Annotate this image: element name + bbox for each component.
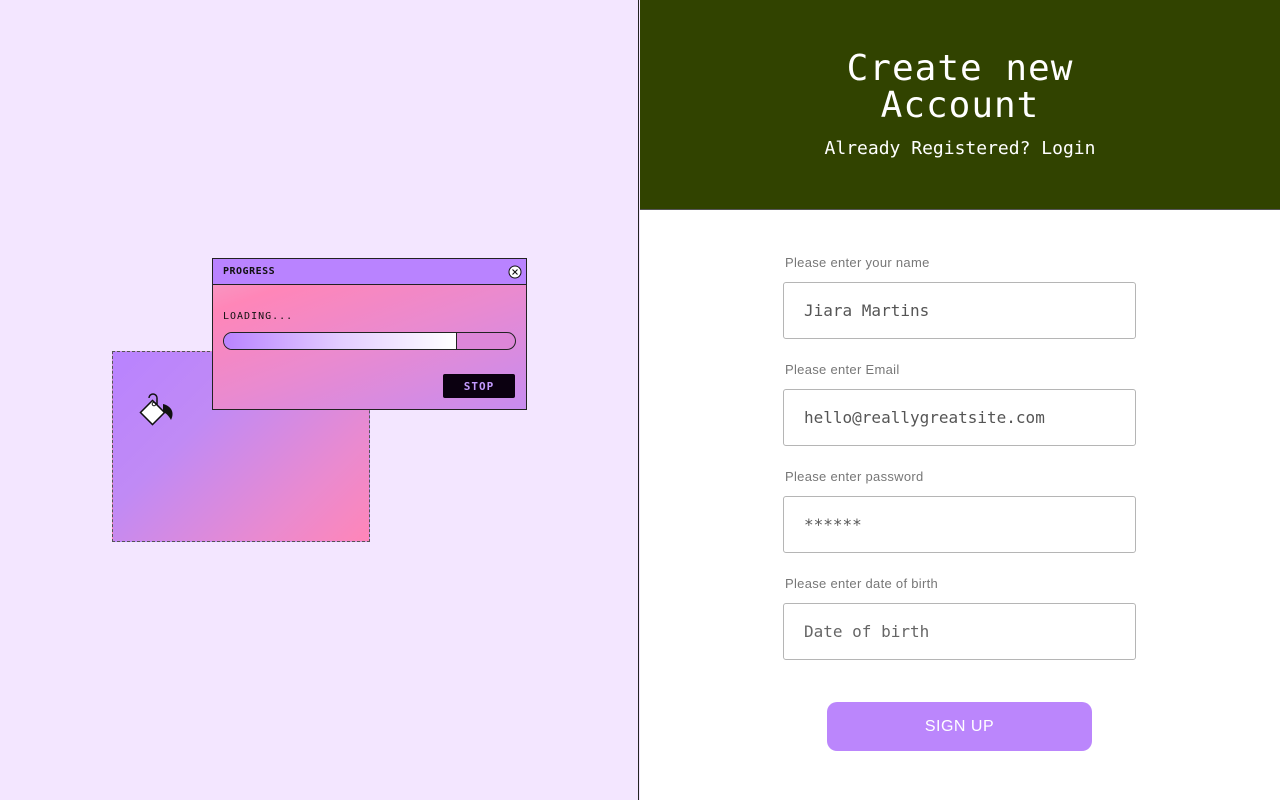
paint-bucket-icon [139,393,173,426]
title-line-2: Account [880,85,1040,126]
name-label: Please enter your name [785,255,930,270]
progress-bar-fill [224,333,457,349]
signup-panel: Create new Account Already Registered? L… [640,0,1280,800]
illustration-panel: PROGRESS LOADING... STOP [0,0,639,800]
login-link[interactable]: Login [1041,138,1095,159]
email-field[interactable] [783,389,1136,446]
password-label: Please enter password [785,469,924,484]
email-label: Please enter Email [785,362,900,377]
name-field[interactable] [783,282,1136,339]
password-field[interactable] [783,496,1136,553]
stop-button[interactable]: STOP [443,374,515,398]
progress-bar [223,332,516,350]
progress-titlebar: PROGRESS [213,259,526,285]
signup-header: Create new Account Already Registered? L… [640,0,1280,210]
progress-window: PROGRESS LOADING... STOP [212,258,527,410]
progress-window-title: PROGRESS [223,266,276,277]
title-line-1: Create new [846,48,1074,89]
date-of-birth-field[interactable] [783,603,1136,660]
close-icon[interactable] [508,265,522,279]
loading-label: LOADING... [223,311,294,322]
already-registered-text: Already Registered? [824,138,1031,159]
login-prompt: Already Registered? Login [640,138,1280,159]
sign-up-button[interactable]: SIGN UP [827,702,1092,751]
dob-label: Please enter date of birth [785,576,939,591]
page-title: Create new Account [640,50,1280,124]
